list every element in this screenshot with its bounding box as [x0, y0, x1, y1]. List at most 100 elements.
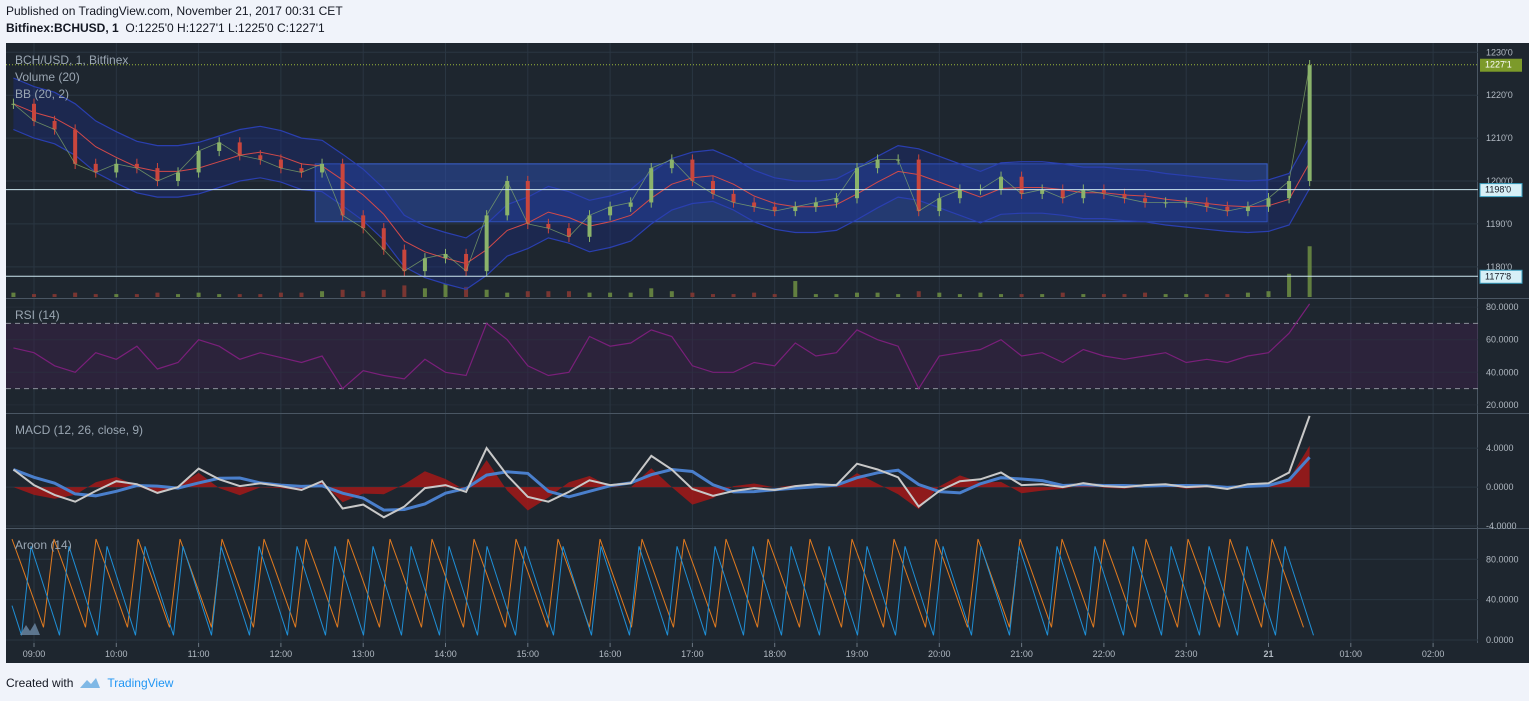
candle-body: [525, 181, 530, 224]
pane-aroon-bg: [6, 529, 1478, 643]
time-axis-label: 23:00: [1175, 649, 1198, 659]
chart-svg[interactable]: 1230'01220'01210'01200'01190'01180'01198…: [6, 43, 1529, 663]
volume-bar: [52, 294, 57, 297]
time-axis-label: 21: [1263, 649, 1273, 659]
volume-bar: [1101, 294, 1106, 297]
volume-bar: [1081, 294, 1086, 297]
volume-bar: [11, 292, 16, 297]
volume-bar: [916, 291, 921, 297]
volume-bar: [772, 294, 777, 297]
aroon-tick-label: 40.0000: [1486, 595, 1519, 605]
candle-body: [999, 176, 1004, 190]
time-axis-label: 10:00: [105, 649, 128, 659]
candle-body: [587, 215, 592, 237]
brand-name: TradingView: [107, 676, 174, 690]
volume-bar: [217, 294, 222, 297]
volume-bar: [1287, 273, 1292, 297]
level-price-tag-text: 1198'0: [1485, 185, 1511, 195]
candle-body: [114, 163, 119, 173]
candle-body: [176, 172, 181, 182]
pane-macd-bg: [6, 414, 1478, 528]
chart-frame[interactable]: 1230'0 1220'0 1210'0 1200'0 1190'0 1180'0 1198…: [6, 43, 1529, 663]
time-axis-label: 15:00: [517, 649, 540, 659]
aroon-label: Aroon (14): [15, 538, 72, 552]
candle-body: [690, 159, 695, 182]
price-pane-title: BCH/USD, 1, Bitfinex: [15, 53, 128, 67]
candle-body: [381, 228, 386, 250]
time-axis-label: 22:00: [1093, 649, 1116, 659]
candle-body: [196, 150, 201, 173]
macd-tick-label: -4.0000: [1486, 521, 1517, 531]
candle-body: [32, 103, 36, 121]
rsi-tick-label: 80.0000: [1486, 302, 1519, 312]
last-price-tag-text: 1227'1: [1485, 60, 1512, 70]
candle-body: [278, 159, 283, 169]
volume-bar: [1143, 292, 1148, 297]
volume-bar: [752, 292, 757, 297]
time-axis-label: 19:00: [846, 649, 869, 659]
candle-body: [1060, 189, 1065, 199]
volume-bar: [1060, 292, 1065, 297]
price-tick-label: 1190'0: [1486, 219, 1512, 229]
volume-bar: [855, 292, 859, 297]
volume-bar: [114, 294, 119, 297]
price-tick-label: 1220'0: [1486, 90, 1513, 100]
volume-bar: [731, 294, 736, 297]
candle-body: [361, 215, 366, 229]
volume-bar: [999, 294, 1004, 297]
candle-body: [52, 120, 57, 130]
volume-bar: [443, 283, 448, 297]
candle-body: [710, 181, 715, 194]
volume-bar: [299, 292, 304, 297]
symbol-line: Bitfinex:BCHUSD, 1 O:1225'0 H:1227'1 L:1…: [6, 20, 343, 37]
candle-body: [1019, 176, 1024, 194]
candle-body: [855, 168, 859, 199]
rsi-tick-label: 20.0000: [1486, 400, 1519, 410]
volume-bar: [628, 292, 633, 297]
price-tick-label: 1230'0: [1486, 47, 1513, 57]
candle-body: [464, 253, 469, 272]
volume-bar: [155, 292, 160, 297]
time-axis-label: 12:00: [270, 649, 293, 659]
volume-bar: [690, 292, 695, 297]
aroon-tick-label: 80.0000: [1486, 554, 1519, 564]
volume-bar: [608, 292, 613, 297]
volume-bar: [381, 289, 386, 297]
volume-bar: [669, 291, 674, 297]
volume-bar: [196, 292, 201, 297]
macd-tick-label: 0.0000: [1486, 482, 1514, 492]
rsi-tick-label: 40.0000: [1486, 367, 1519, 377]
volume-bar: [1163, 294, 1168, 297]
time-axis-label: 09:00: [23, 649, 46, 659]
candle-body: [875, 159, 880, 169]
rsi-band-fill: [6, 323, 1478, 389]
created-with-text: Created with: [6, 676, 74, 690]
volume-bar: [649, 288, 654, 297]
volume-bar: [422, 288, 427, 297]
time-axis-label: 21:00: [1010, 649, 1033, 659]
tradingview-brand-link[interactable]: TradingView: [79, 676, 173, 690]
volume-bar: [896, 294, 901, 297]
candle-body: [237, 142, 242, 156]
volume-bar: [813, 294, 818, 297]
volume-bar: [1019, 294, 1024, 297]
time-axis-label: 16:00: [599, 649, 622, 659]
macd-label: MACD (12, 26, close, 9): [15, 423, 143, 437]
volume-bar: [258, 294, 263, 297]
candle-body: [731, 193, 736, 203]
volume-bar: [361, 291, 366, 297]
volume-bar: [93, 294, 98, 297]
footer: Created with TradingView: [6, 676, 173, 690]
volume-bar: [1266, 291, 1271, 297]
volume-bar: [237, 294, 242, 297]
volume-bar: [176, 294, 181, 297]
volume-bar: [525, 291, 530, 297]
price-tick-label: 1210'0: [1486, 133, 1513, 143]
time-axis-label: 01:00: [1340, 649, 1363, 659]
volume-bar: [340, 289, 345, 297]
time-axis-label: 11:00: [188, 649, 210, 659]
volume-bar: [1307, 246, 1312, 297]
candle-body: [422, 258, 427, 272]
volume-bar: [834, 294, 839, 297]
candle-body: [649, 168, 654, 203]
